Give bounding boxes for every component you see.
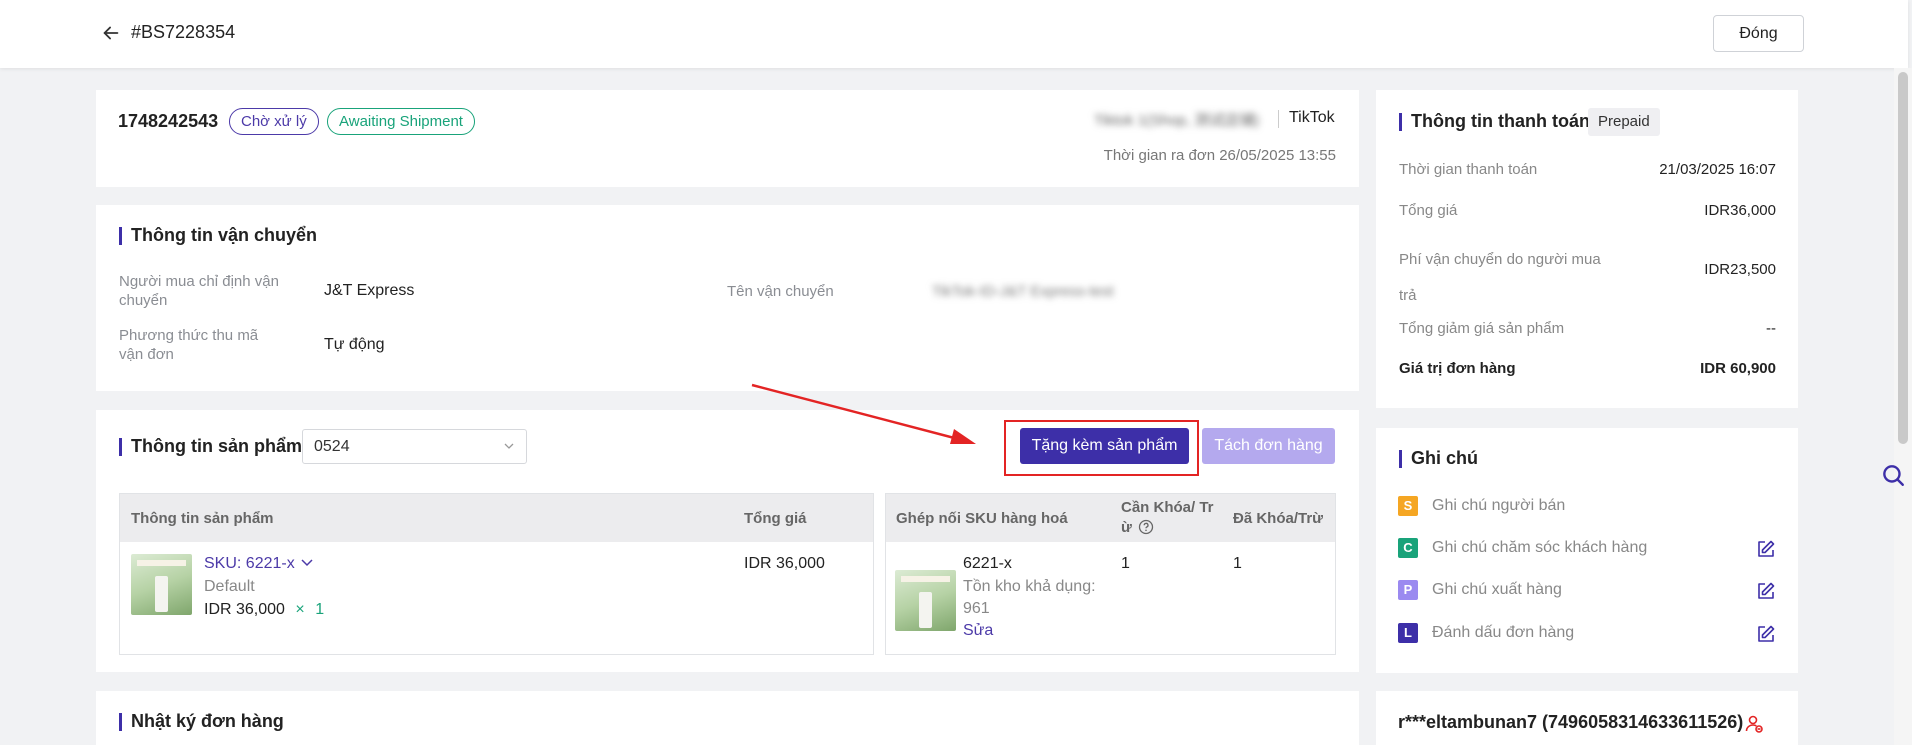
- note-badge-s: S: [1398, 496, 1418, 516]
- order-id-title: #BS7228354: [131, 22, 236, 42]
- shipping-fee-label: Phí vận chuyển do người mua trả: [1399, 242, 1601, 314]
- edit-icon[interactable]: [1756, 539, 1776, 559]
- col-need-lock: Cần Khóa/ Tr ừ: [1121, 498, 1214, 538]
- product-unit-price: IDR 36,000: [204, 601, 285, 618]
- locked-value: 1: [1233, 555, 1242, 572]
- carrier-name-value: TikTok-ID-J&T Express-test: [932, 283, 1114, 300]
- product-sku: SKU: 6221-x: [204, 555, 295, 572]
- annotation-arrow: [751, 383, 976, 444]
- warehouse-select[interactable]: 0524: [302, 429, 527, 464]
- note-badge-p: P: [1398, 580, 1418, 600]
- available-stock-label: Tồn kho khả dụng:: [963, 578, 1096, 595]
- status-badge-processing: Chờ xử lý: [229, 108, 319, 135]
- product-total-price: IDR 36,000: [744, 555, 825, 572]
- payment-time-label: Thời gian thanh toán: [1399, 161, 1538, 178]
- col-sku-pairing: Ghép nối SKU hàng hoá: [896, 510, 1068, 527]
- order-out-time: Thời gian ra đơn 26/05/2025 13:55: [1103, 147, 1336, 164]
- chevron-down-icon: [301, 559, 313, 567]
- carrier-name-label: Tên vận chuyển: [727, 283, 834, 300]
- order-log-title: Nhật ký đơn hàng: [119, 711, 284, 732]
- note-badge-l: L: [1398, 623, 1418, 643]
- mapped-sku: 6221-x: [963, 555, 1012, 572]
- order-value-amount: IDR 60,900: [1700, 360, 1776, 377]
- buyer-carrier-value: J&T Express: [324, 282, 415, 299]
- search-icon[interactable]: [1880, 462, 1906, 488]
- notes-section-title: Ghi chú: [1399, 448, 1478, 469]
- sku-mapping-table-header: Ghép nối SKU hàng hoá Cần Khóa/ Tr ừ Đã …: [886, 494, 1335, 542]
- shop-name: Tiktok 1(Shop, 测试店铺): [1094, 112, 1260, 129]
- scrollbar[interactable]: [1894, 68, 1912, 745]
- prepaid-badge: Prepaid: [1588, 108, 1660, 136]
- note-customer-care-label: Ghi chú chăm sóc khách hàng: [1432, 539, 1648, 556]
- split-order-button[interactable]: Tách đơn hàng: [1202, 428, 1335, 464]
- shipping-section-title: Thông tin vận chuyển: [119, 225, 317, 246]
- edit-link[interactable]: Sửa: [963, 622, 993, 640]
- product-price-qty: IDR 36,000 × 1: [204, 601, 324, 619]
- col-total-price: Tổng giá: [744, 510, 807, 527]
- note-mark-order-label: Đánh dấu đơn hàng: [1432, 624, 1575, 641]
- divider: [1278, 110, 1279, 128]
- edit-icon[interactable]: [1756, 581, 1776, 601]
- scrollbar-thumb[interactable]: [1898, 72, 1908, 444]
- order-number: 1748242543: [118, 111, 219, 131]
- col-need-lock-line1: Cần Khóa/ Tr: [1121, 499, 1214, 516]
- add-gift-product-button[interactable]: Tặng kèm sản phẩm: [1020, 428, 1189, 464]
- product-table: Thông tin sản phẩm Tổng giá SKU: 6221-x …: [119, 493, 874, 655]
- product-quantity: 1: [315, 601, 325, 618]
- payment-time-value: 21/03/2025 16:07: [1659, 161, 1776, 178]
- col-product-info: Thông tin sản phẩm: [131, 510, 274, 527]
- buyer-name: r***eltambunan7 (7496058314633611526): [1398, 712, 1744, 732]
- top-bar: #BS7228354 Đóng: [0, 0, 1908, 68]
- col-need-lock-line2: ừ: [1121, 518, 1214, 538]
- edit-icon[interactable]: [1756, 624, 1776, 644]
- sku-mapping-table: Ghép nối SKU hàng hoá Cần Khóa/ Tr ừ Đã …: [885, 493, 1336, 655]
- note-seller-label: Ghi chú người bán: [1432, 497, 1566, 514]
- tracking-method-label: Phương thức thu mã vận đơn: [119, 327, 259, 363]
- total-price-label: Tổng giá: [1399, 202, 1458, 219]
- note-export-label: Ghi chú xuất hàng: [1432, 581, 1562, 598]
- col-locked: Đã Khóa/Trừ: [1233, 510, 1324, 527]
- user-icon[interactable]: [1744, 714, 1764, 734]
- product-discount-label: Tổng giảm giá sản phẩm: [1399, 320, 1565, 337]
- payment-section-title: Thông tin thanh toán: [1399, 111, 1590, 132]
- tracking-method-value: Tự động: [324, 336, 385, 353]
- product-section-title: Thông tin sản phẩm: [119, 436, 302, 457]
- note-badge-c: C: [1398, 538, 1418, 558]
- available-stock-value: 961: [963, 600, 990, 617]
- close-button[interactable]: Đóng: [1713, 15, 1804, 52]
- total-price-value: IDR36,000: [1704, 202, 1776, 219]
- warehouse-select-value: 0524: [314, 438, 350, 455]
- need-lock-value: 1: [1121, 555, 1130, 572]
- order-log-card: [96, 691, 1359, 745]
- multiply-icon: ×: [295, 601, 305, 618]
- sku-dropdown[interactable]: SKU: 6221-x: [204, 555, 313, 573]
- shipping-fee-value: IDR23,500: [1704, 261, 1776, 278]
- shipping-fee-label-line1: Phí vận chuyển do người mua: [1399, 251, 1601, 268]
- shipping-fee-label-line2: trả: [1399, 287, 1417, 304]
- product-table-header: Thông tin sản phẩm Tổng giá: [120, 494, 873, 542]
- product-discount-value: --: [1766, 320, 1776, 337]
- help-icon[interactable]: [1138, 519, 1154, 535]
- product-variant: Default: [204, 578, 255, 595]
- status-badge-shipment: Awaiting Shipment: [327, 108, 475, 135]
- order-summary-card: [96, 90, 1359, 187]
- product-thumbnail[interactable]: [131, 554, 192, 615]
- arrow-left-icon[interactable]: [100, 22, 122, 44]
- product-thumbnail[interactable]: [895, 570, 956, 631]
- chevron-down-icon: [504, 443, 514, 449]
- platform-name: TikTok: [1289, 109, 1335, 126]
- buyer-carrier-label: Người mua chỉ định vận chuyển: [119, 273, 279, 309]
- order-value-label: Giá trị đơn hàng: [1399, 360, 1516, 377]
